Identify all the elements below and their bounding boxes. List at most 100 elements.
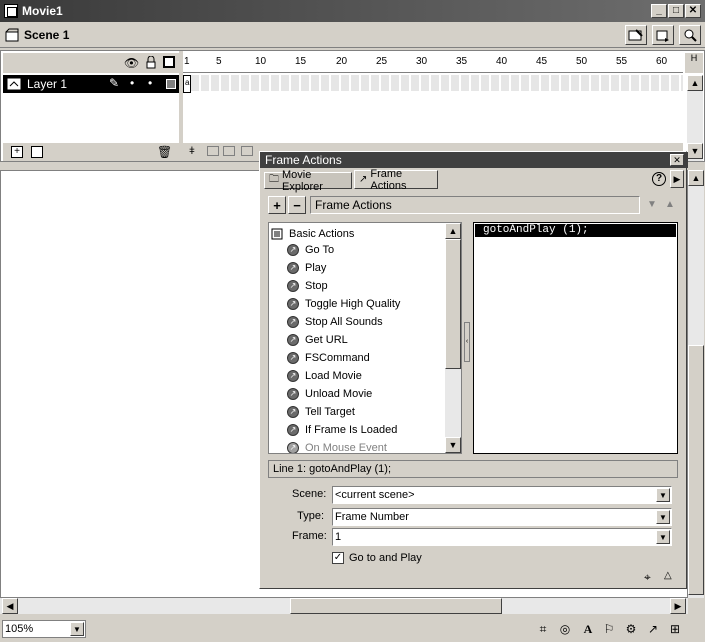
frame-number: 40 [496,56,508,67]
go-to-and-play-checkbox[interactable]: ✓ Go to and Play [332,550,422,566]
mixer-icon[interactable]: ◎ [557,621,573,637]
action-item[interactable]: ↗ Stop All Sounds [287,313,383,331]
move-down-button[interactable]: ▼ [644,196,660,214]
scroll-up-button[interactable]: ▲ [445,223,461,239]
action-label: Load Movie [305,370,362,382]
scroll-down-button[interactable]: ▼ [687,143,703,159]
onion-outline-icon[interactable] [223,146,235,156]
layer-footer: + 🗑 [3,143,179,161]
edit-symbols-button[interactable] [652,25,674,45]
action-item[interactable]: ↗ Get URL [287,331,348,349]
outline-icon[interactable] [163,56,175,68]
action-icon: ↗ [287,442,299,453]
frame-number: 25 [376,56,388,67]
action-item[interactable]: ↗ Go To [287,241,334,259]
scroll-thumb[interactable] [445,239,461,369]
outline-swatch[interactable] [166,79,176,89]
close-button[interactable]: ✕ [685,4,701,18]
move-up-button[interactable]: ▲ [662,196,678,214]
scroll-right-button[interactable]: ▶ [670,598,686,614]
frame-ruler[interactable]: 1 5 10 15 20 25 30 35 40 45 50 55 60 [183,53,683,73]
scroll-up-button[interactable]: ▲ [688,170,704,186]
keyframe[interactable]: a [183,75,191,93]
edit-scene-button[interactable] [625,25,647,45]
library-icon[interactable]: ⚙ [623,621,639,637]
visibility-dot[interactable]: • [130,76,134,90]
layer-header: 👁 [3,53,179,73]
layer-icon [7,78,21,90]
collapse-params-icon[interactable]: △ [664,570,672,581]
add-guide-layer-icon[interactable] [31,146,43,158]
panel-close-button[interactable]: ✕ [670,154,684,166]
info-panel-icon[interactable]: ⌗ [535,621,551,637]
action-item[interactable]: ↗ On Mouse Event [287,439,387,453]
hscroll-thumb[interactable] [290,598,502,614]
type-select[interactable]: Frame Number ▼ [332,508,672,526]
scroll-down-button[interactable]: ▼ [445,437,461,453]
remove-action-button[interactable]: − [288,196,306,214]
lock-icon[interactable] [145,56,157,69]
splitter-handle[interactable]: ‹ [464,322,470,362]
frame-actions-panel: Frame Actions ✕ 🗀 Movie Explorer ↗ Frame… [259,151,688,589]
frame-row[interactable] [191,75,683,93]
center-frame-icon[interactable]: ǂ [189,146,195,157]
timeline-vscroll[interactable]: ▲ ▼ [687,75,703,161]
chevron-down-icon[interactable]: ▼ [70,622,84,636]
actions-icon[interactable]: ↗ [645,621,661,637]
edit-symbols-icon [656,30,669,42]
checkbox-check[interactable]: ✓ [332,552,344,564]
trash-icon[interactable]: 🗑 [157,145,172,159]
frame-number: 50 [576,56,588,67]
edit-multiple-frames-icon[interactable] [241,146,253,156]
chevron-down-icon[interactable]: ▼ [656,530,670,544]
scroll-thumb[interactable] [688,345,704,595]
chevron-down-icon[interactable]: ▼ [656,510,670,524]
scroll-left-button[interactable]: ◀ [2,598,18,614]
character-icon[interactable]: A [580,621,596,637]
status-line: Line 1: gotoAndPlay (1); [268,460,678,478]
stage-vscroll[interactable]: ▲ [688,170,704,598]
timeline-menu-button[interactable]: H [685,53,703,73]
category-label: Basic Actions [289,228,355,240]
layer-row[interactable]: Layer 1 ✎ • • [3,75,179,93]
script-line[interactable]: gotoAndPlay (1); [475,224,676,237]
add-action-button[interactable]: + [268,196,286,214]
action-item[interactable]: ↗ Unload Movie [287,385,372,403]
actions-list-vscroll[interactable]: ▲ ▼ [445,223,461,453]
help-icon[interactable]: ? [652,172,666,186]
panel-title-bar[interactable]: Frame Actions [260,152,688,168]
lock-dot[interactable]: • [148,76,152,90]
action-item[interactable]: ↗ Load Movie [287,367,362,385]
scene-select[interactable]: <current scene> ▼ [332,486,672,504]
instance-icon[interactable]: ⚐ [601,621,617,637]
add-layer-icon[interactable]: + [11,146,23,158]
stage-hscroll[interactable]: ◀ ▶ [0,598,688,614]
frame-cells[interactable] [191,75,683,91]
action-item[interactable]: ↗ If Frame Is Loaded [287,421,397,439]
frame-number: 45 [536,56,548,67]
zoom-select[interactable]: 105% ▼ [2,620,86,638]
scroll-up-button[interactable]: ▲ [687,75,703,91]
panel-menu-button[interactable]: ▶ [670,170,684,188]
maximize-button[interactable]: □ [668,4,684,18]
action-item[interactable]: ↗ FSCommand [287,349,370,367]
frame-input[interactable]: 1 ▼ [332,528,672,546]
action-icon: ↗ [287,298,299,310]
status-bar: 105% ▼ ⌗ ◎ A ⚐ ⚙ ↗ ⊞ [0,617,705,642]
window-title: Movie1 [22,4,63,18]
action-item[interactable]: ↗ Toggle High Quality [287,295,400,313]
action-item[interactable]: ↗ Play [287,259,326,277]
movie-explorer-icon[interactable]: ⊞ [667,621,683,637]
action-icon: ↗ [287,352,299,364]
eye-icon[interactable]: 👁 [124,56,139,70]
target-icon[interactable]: ⌖ [644,570,651,585]
tab-frame-actions[interactable]: ↗ Frame Actions [354,168,438,192]
minimize-button[interactable]: _ [651,4,667,18]
chevron-down-icon[interactable]: ▼ [656,488,670,502]
script-editor[interactable]: gotoAndPlay (1); [473,222,678,454]
tab-movie-explorer[interactable]: 🗀 Movie Explorer [264,169,352,193]
onion-skin-icon[interactable] [207,146,219,156]
action-item[interactable]: ↗ Tell Target [287,403,355,421]
action-item[interactable]: ↗ Stop [287,277,328,295]
magnify-button[interactable] [679,25,701,45]
